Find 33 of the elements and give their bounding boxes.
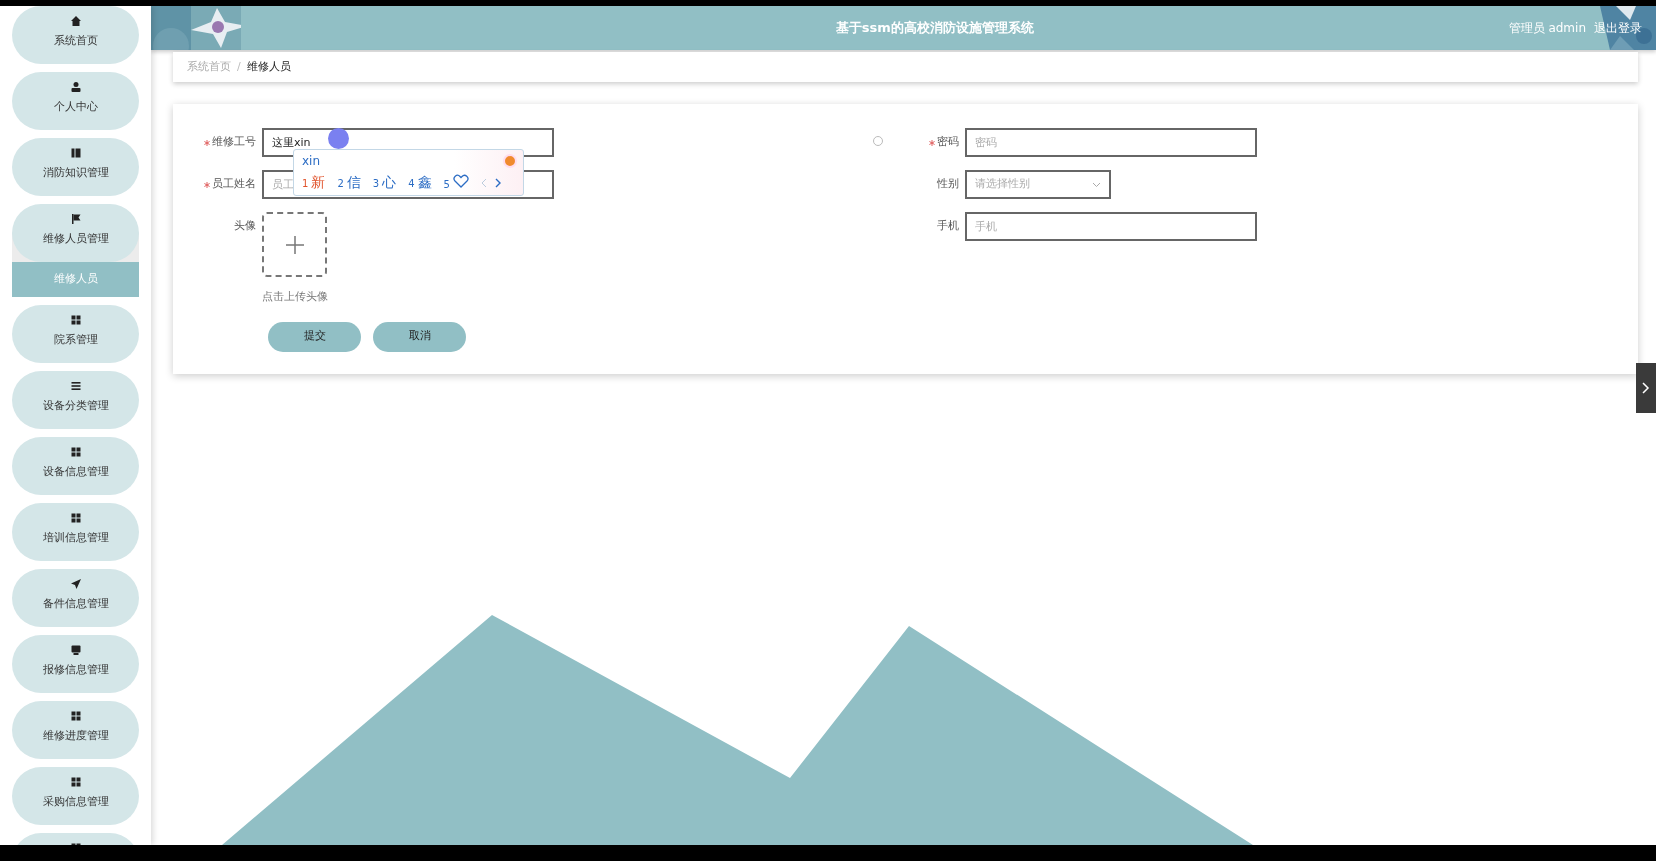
sidebar-item[interactable]: 个人中心 xyxy=(12,72,139,130)
sidebar-item[interactable]: 院系管理 xyxy=(12,305,139,363)
sidebar-item[interactable]: 维修进度管理 xyxy=(12,701,139,759)
field-label: 维修工号 xyxy=(212,134,256,151)
ime-candidate[interactable]: 2 信 xyxy=(337,172,361,193)
field-label: 性别 xyxy=(937,176,959,193)
logout-link[interactable]: 退出登录 xyxy=(1594,19,1642,37)
user-label: 管理员 admin xyxy=(1508,20,1586,37)
sidebar-item[interactable]: 消防知识管理 xyxy=(12,138,139,196)
sidebar-item[interactable]: 备件信息管理 xyxy=(12,569,139,627)
sidebar-item[interactable]: 设备信息管理 xyxy=(12,437,139,495)
sidebar-item[interactable]: 报修信息管理 xyxy=(12,635,139,693)
breadcrumb-current: 维修人员 xyxy=(246,58,291,75)
field-label: 密码 xyxy=(937,134,959,151)
cancel-button[interactable]: 取消 xyxy=(373,321,466,352)
submit-button[interactable]: 提交 xyxy=(268,321,361,352)
sidebar-item[interactable]: 维修人员管理 xyxy=(12,204,139,262)
sidebar-item[interactable]: 培训信息管理 xyxy=(12,503,139,561)
sidebar-item[interactable]: 设备分类管理 xyxy=(12,371,139,429)
field-label: 头像 xyxy=(234,218,256,235)
input-field[interactable]: 手机 xyxy=(965,212,1257,241)
upload-hint: 点击上传头像 xyxy=(262,289,328,305)
sidebar-item[interactable]: 系统首页 xyxy=(12,6,139,64)
breadcrumb-separator: / xyxy=(237,58,241,75)
ime-candidate[interactable]: 4 鑫 xyxy=(408,172,432,193)
sidebar-item[interactable]: 采购信息管理 xyxy=(12,767,139,825)
ime-candidate[interactable]: 1 新 xyxy=(302,172,326,193)
ime-candidate[interactable]: 3 心 xyxy=(372,172,397,193)
field-label: 员工姓名 xyxy=(212,176,256,193)
ime-candidate[interactable]: 5 xyxy=(443,173,469,192)
app-title: 基于ssm的高校消防设施管理系统 xyxy=(834,19,1035,38)
field-label: 手机 xyxy=(937,218,959,235)
input-field[interactable]: 密码 xyxy=(965,128,1257,157)
